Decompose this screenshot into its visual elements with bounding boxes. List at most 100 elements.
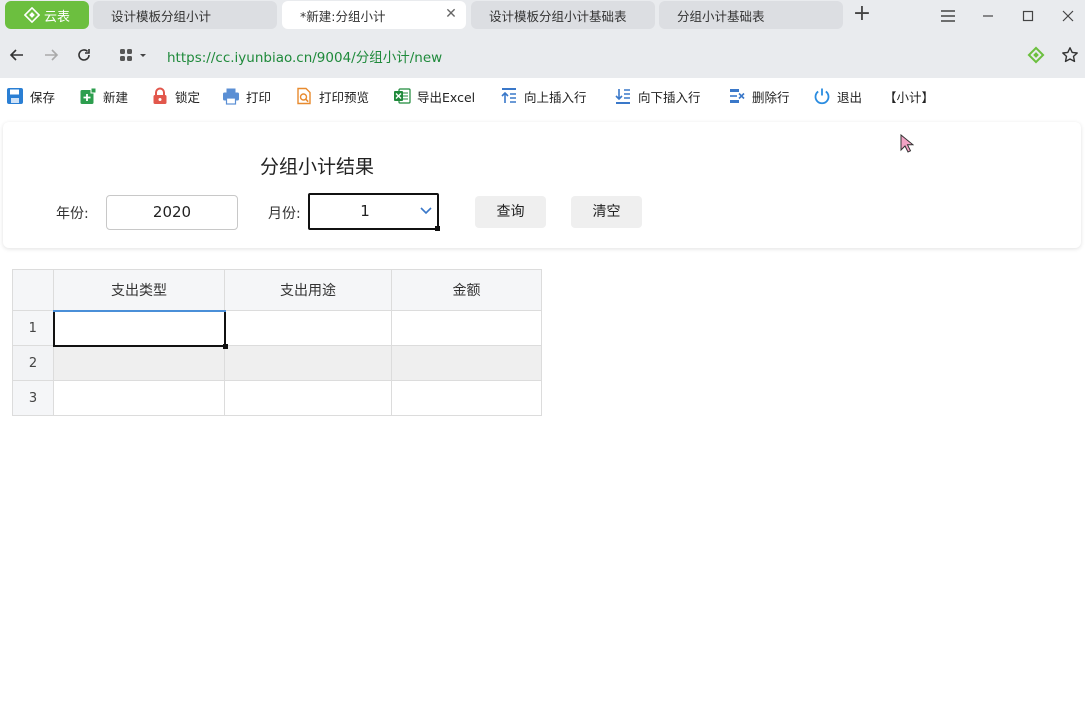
hamburger-icon bbox=[941, 10, 955, 22]
close-window-button[interactable] bbox=[1057, 5, 1079, 27]
tab-label: 设计模板分组小计基础表 bbox=[489, 8, 627, 24]
brand-tab[interactable]: 云表 bbox=[5, 1, 89, 29]
save-button[interactable]: 保存 bbox=[6, 86, 55, 106]
save-icon bbox=[7, 88, 23, 104]
lock-label: 锁定 bbox=[175, 89, 201, 105]
print-preview-button[interactable]: 打印预览 bbox=[295, 86, 369, 106]
menu-button[interactable] bbox=[937, 5, 959, 27]
new-tab-button[interactable]: + bbox=[851, 3, 873, 26]
insert-row-below-button[interactable]: 向下插入行 bbox=[614, 86, 701, 106]
month-label: 月份: bbox=[268, 206, 301, 222]
minimize-button[interactable] bbox=[977, 5, 999, 27]
table-row: 1 bbox=[12, 309, 542, 349]
subtotal-grid: 支出类型 支出用途 金额 1 2 3 bbox=[12, 269, 542, 416]
new-button[interactable]: 新建 bbox=[79, 86, 128, 106]
grid-header-row: 支出类型 支出用途 金额 bbox=[12, 269, 542, 312]
excel-icon bbox=[394, 88, 411, 104]
row-number[interactable]: 2 bbox=[12, 345, 54, 381]
grid-cell-expense-purpose[interactable] bbox=[224, 380, 392, 416]
caret-down-icon bbox=[140, 54, 146, 57]
table-row: 3 bbox=[12, 380, 542, 416]
lock-icon bbox=[153, 87, 167, 104]
grid-cell-amount[interactable] bbox=[391, 310, 542, 346]
printer-icon bbox=[223, 88, 239, 105]
insert-row-above-label: 向上插入行 bbox=[524, 89, 587, 105]
new-label: 新建 bbox=[103, 89, 129, 105]
apps-button[interactable] bbox=[114, 44, 152, 66]
tab-design-subtotal-base[interactable]: 设计模板分组小计基础表 bbox=[471, 1, 655, 29]
insert-above-icon bbox=[501, 88, 516, 103]
browser-tab-strip: 云表 设计模板分组小计 *新建:分组小计 ✕ 设计模板分组小计基础表 分组小计基… bbox=[0, 0, 1085, 32]
grid-cell-amount[interactable] bbox=[391, 380, 542, 416]
tab-label: 设计模板分组小计 bbox=[111, 8, 212, 24]
address-bar: https://cc.iyunbiao.cn/9004/分组小计/new bbox=[0, 32, 1085, 78]
column-header-expense-purpose[interactable]: 支出用途 bbox=[224, 269, 392, 311]
tab-label: 分组小计基础表 bbox=[677, 8, 765, 24]
bookmark-button[interactable] bbox=[1059, 44, 1081, 66]
exit-label: 退出 bbox=[837, 89, 863, 105]
month-select-value: 1 bbox=[360, 202, 370, 220]
table-row: 2 bbox=[12, 345, 542, 381]
row-number[interactable]: 1 bbox=[12, 310, 54, 346]
tab-design-subtotal[interactable]: 设计模板分组小计 bbox=[93, 1, 277, 29]
delete-row-label: 删除行 bbox=[752, 89, 790, 105]
grid-cell-expense-type[interactable] bbox=[53, 345, 225, 381]
maximize-button[interactable] bbox=[1017, 5, 1039, 27]
column-header-amount[interactable]: 金额 bbox=[391, 269, 542, 311]
apps-grid-icon bbox=[120, 49, 132, 61]
print-button[interactable]: 打印 bbox=[222, 86, 271, 106]
chevron-down-icon bbox=[420, 207, 432, 215]
lock-button[interactable]: 锁定 bbox=[151, 86, 200, 106]
yunbiao-logo-icon bbox=[23, 7, 40, 23]
close-icon bbox=[1062, 10, 1074, 22]
brand-tab-label: 云表 bbox=[43, 9, 70, 25]
print-preview-label: 打印预览 bbox=[319, 89, 370, 105]
minimize-icon bbox=[983, 15, 993, 17]
query-panel: 分组小计结果 年份: 2020 月份: 1 查询 清空 bbox=[3, 122, 1081, 248]
year-label: 年份: bbox=[56, 206, 89, 222]
tab-new-subtotal[interactable]: *新建:分组小计 ✕ bbox=[282, 1, 466, 29]
url-text[interactable]: https://cc.iyunbiao.cn/9004/分组小计/new bbox=[167, 46, 442, 66]
page-title: 分组小计结果 bbox=[260, 156, 375, 178]
month-select[interactable]: 1 bbox=[308, 193, 440, 231]
grid-cell-amount[interactable] bbox=[391, 345, 542, 381]
fill-handle[interactable] bbox=[222, 343, 228, 349]
grid-cell-expense-purpose[interactable] bbox=[224, 310, 392, 346]
reload-icon bbox=[78, 49, 90, 61]
export-excel-button[interactable]: 导出Excel bbox=[393, 86, 475, 106]
exit-button[interactable]: 退出 bbox=[813, 86, 862, 106]
save-label: 保存 bbox=[30, 89, 56, 105]
new-doc-icon bbox=[80, 87, 97, 104]
arrow-left-icon bbox=[9, 49, 23, 61]
extension-button[interactable] bbox=[1025, 44, 1047, 66]
mouse-cursor-icon bbox=[900, 134, 914, 153]
tab-subtotal-base[interactable]: 分组小计基础表 bbox=[659, 1, 843, 29]
arrow-right-icon bbox=[45, 49, 59, 61]
grid-corner-cell bbox=[12, 269, 54, 311]
grid-cell-expense-type[interactable] bbox=[53, 380, 225, 416]
yunbiao-extension-icon bbox=[1027, 46, 1045, 64]
grid-cell-expense-purpose[interactable] bbox=[224, 345, 392, 381]
forward-button[interactable] bbox=[40, 44, 62, 66]
resize-handle bbox=[435, 226, 440, 231]
tab-label: *新建:分组小计 bbox=[300, 8, 386, 24]
grid-cell-expense-type[interactable] bbox=[52, 309, 228, 349]
year-input[interactable]: 2020 bbox=[106, 195, 238, 230]
subtotal-button[interactable]: 【小计】 bbox=[884, 86, 934, 106]
back-button[interactable] bbox=[6, 44, 28, 66]
delete-row-button[interactable]: 删除行 bbox=[728, 86, 790, 106]
clear-button[interactable]: 清空 bbox=[571, 196, 642, 228]
insert-row-below-label: 向下插入行 bbox=[638, 89, 701, 105]
query-button[interactable]: 查询 bbox=[475, 196, 546, 228]
print-label: 打印 bbox=[246, 89, 272, 105]
insert-row-above-button[interactable]: 向上插入行 bbox=[500, 86, 587, 106]
column-header-expense-type[interactable]: 支出类型 bbox=[53, 269, 225, 312]
reload-button[interactable] bbox=[73, 44, 95, 66]
export-excel-label: 导出Excel bbox=[417, 89, 476, 105]
maximize-icon bbox=[1022, 10, 1034, 22]
row-number[interactable]: 3 bbox=[12, 380, 54, 416]
power-icon bbox=[814, 88, 830, 105]
star-icon bbox=[1062, 47, 1078, 63]
delete-row-icon bbox=[730, 89, 745, 103]
tab-close-icon[interactable]: ✕ bbox=[444, 7, 458, 21]
